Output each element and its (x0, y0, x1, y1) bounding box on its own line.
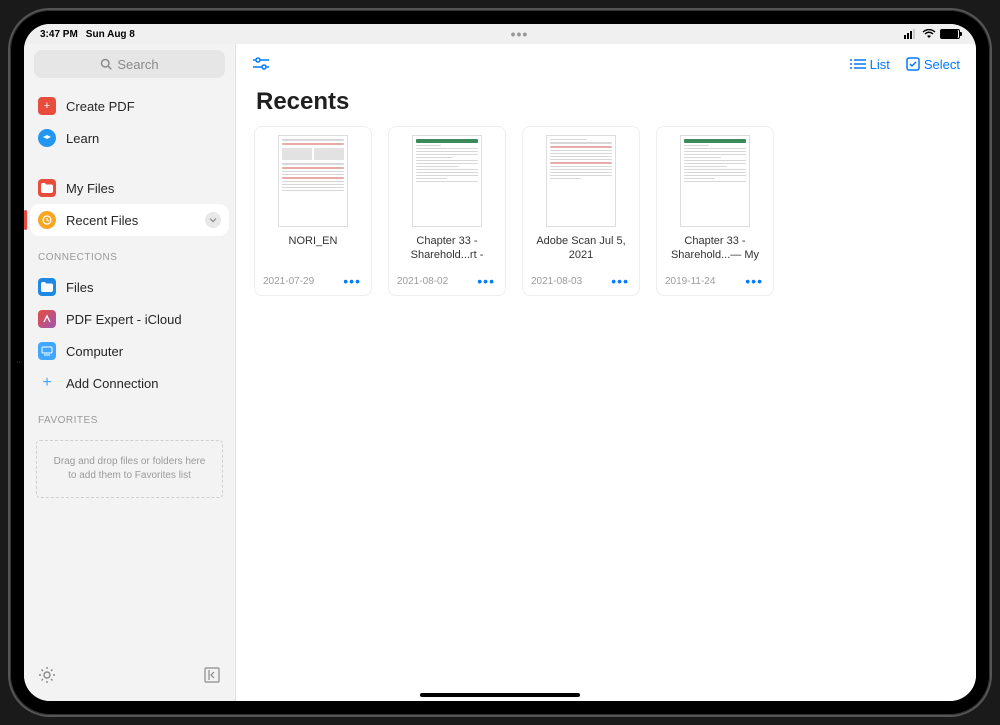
file-name: Chapter 33 - Sharehold...rt - iCloud (397, 235, 497, 263)
sidebar-item-recent-files[interactable]: Recent Files (30, 204, 229, 236)
learn-icon (38, 129, 56, 147)
file-thumbnail (546, 135, 616, 227)
create-pdf-icon: + (38, 97, 56, 115)
sidebar-item-create-pdf[interactable]: + Create PDF (24, 90, 235, 122)
main-content: List Select Recents NORI_EN (236, 44, 976, 701)
file-date: 2021-08-03 (531, 276, 582, 287)
file-card[interactable]: Chapter 33 - Sharehold...rt - iCloud 202… (388, 126, 506, 296)
settings-button[interactable] (38, 666, 56, 689)
status-time: 3:47 PM (40, 29, 78, 40)
sidebar-label: Computer (66, 344, 123, 359)
file-date: 2021-08-02 (397, 276, 448, 287)
file-thumbnail (278, 135, 348, 227)
computer-icon (38, 342, 56, 360)
sidebar-item-my-files[interactable]: My Files (24, 172, 235, 204)
file-more-button[interactable]: ••• (609, 273, 631, 289)
wifi-icon (922, 29, 936, 39)
search-placeholder: Search (117, 57, 158, 72)
status-bar: 3:47 PM Sun Aug 8 ••• (24, 24, 976, 44)
list-icon (850, 58, 866, 70)
chevron-down-icon[interactable] (205, 212, 221, 228)
sidebar-item-files[interactable]: Files (24, 271, 235, 303)
sidebar-label: My Files (66, 181, 114, 196)
filter-button[interactable] (252, 57, 270, 71)
select-button[interactable]: Select (906, 57, 960, 72)
favorites-heading: FAVORITES (24, 401, 235, 432)
sidebar: Search + Create PDF Learn (24, 44, 236, 701)
sidebar-item-learn[interactable]: Learn (24, 122, 235, 154)
file-more-button[interactable]: ••• (475, 273, 497, 289)
favorites-dropzone[interactable]: Drag and drop files or folders here to a… (36, 440, 223, 498)
connections-heading: CONNECTIONS (24, 238, 235, 269)
folder-icon (38, 179, 56, 197)
sidebar-item-add-connection[interactable]: + Add Connection (24, 367, 235, 399)
plus-icon: + (38, 374, 56, 392)
multitask-indicator[interactable]: ••• (135, 26, 904, 42)
sidebar-label: Files (66, 280, 93, 295)
file-more-button[interactable]: ••• (341, 273, 363, 289)
sidebar-label: Learn (66, 131, 99, 146)
search-input[interactable]: Search (34, 50, 225, 78)
clock-icon (38, 211, 56, 229)
search-icon (100, 58, 112, 70)
pdfexpert-icon (38, 310, 56, 328)
status-date: Sun Aug 8 (86, 29, 135, 40)
file-thumbnail (412, 135, 482, 227)
file-card[interactable]: Chapter 33 - Sharehold...— My Files 2019… (656, 126, 774, 296)
select-icon (906, 57, 920, 71)
sidebar-label: Recent Files (66, 213, 138, 228)
file-name: Adobe Scan Jul 5, 2021 (531, 235, 631, 263)
multitask-dots: ·· (16, 361, 21, 365)
battery-icon (940, 29, 960, 39)
sidebar-item-computer[interactable]: Computer (24, 335, 235, 367)
page-title: Recents (236, 84, 976, 126)
sidebar-item-pdfexpert-icloud[interactable]: PDF Expert - iCloud (24, 303, 235, 335)
toolbar: List Select (236, 44, 976, 84)
sidebar-label: PDF Expert - iCloud (66, 312, 182, 327)
file-card[interactable]: NORI_EN 2021-07-29 ••• (254, 126, 372, 296)
files-app-icon (38, 278, 56, 296)
sidebar-label: Add Connection (66, 376, 159, 391)
file-card[interactable]: Adobe Scan Jul 5, 2021 2021-08-03 ••• (522, 126, 640, 296)
file-date: 2021-07-29 (263, 276, 314, 287)
file-name: Chapter 33 - Sharehold...— My Files (665, 235, 765, 263)
home-indicator[interactable] (420, 693, 580, 697)
signal-icon (904, 29, 918, 39)
file-more-button[interactable]: ••• (743, 273, 765, 289)
sidebar-label: Create PDF (66, 99, 135, 114)
file-name: NORI_EN (289, 235, 338, 263)
list-label: List (870, 57, 890, 72)
list-view-button[interactable]: List (850, 57, 890, 72)
select-label: Select (924, 57, 960, 72)
recents-grid: NORI_EN 2021-07-29 ••• Chapter 33 - Shar… (236, 126, 976, 296)
sidebar-collapse-button[interactable] (203, 666, 221, 689)
file-thumbnail (680, 135, 750, 227)
file-date: 2019-11-24 (665, 276, 715, 287)
